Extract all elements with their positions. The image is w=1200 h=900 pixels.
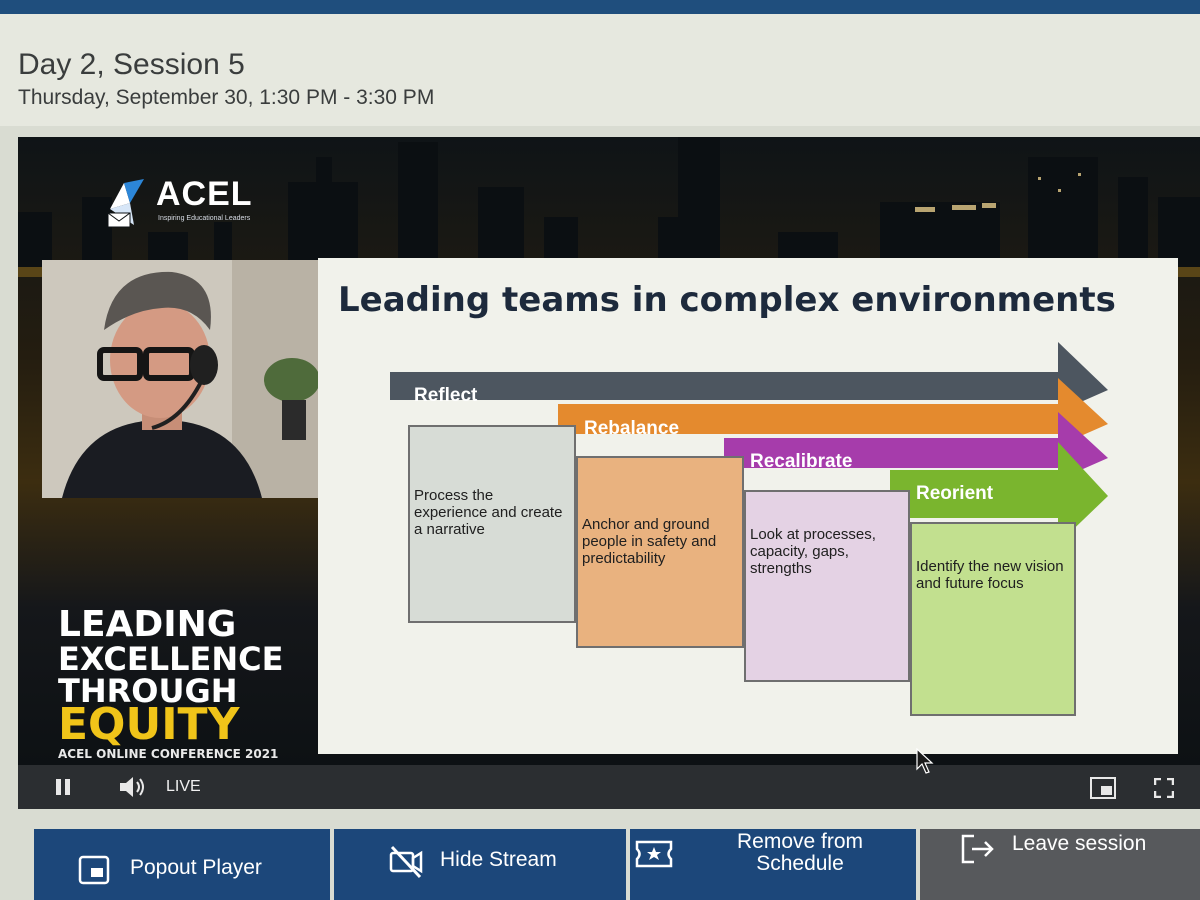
conference-branding: LEADING EXCELLENCE THROUGH EQUITY ACEL O…: [58, 604, 298, 761]
phase-text-reflect: Process the experience and create a narr…: [414, 487, 563, 538]
session-title: Day 2, Session 5: [18, 48, 245, 81]
player-controls: LIVE: [18, 765, 1200, 809]
pause-icon[interactable]: [54, 778, 72, 801]
phase-label-recalibrate: Recalibrate: [750, 451, 853, 472]
conference-line-equity: EQUITY: [58, 699, 240, 750]
leave-session-label: Leave session: [1012, 832, 1147, 855]
conference-line-leading: LEADING: [58, 604, 237, 645]
video-off-icon: [389, 845, 423, 879]
top-bar: [0, 0, 1200, 14]
popout-player-label: Popout Player: [130, 856, 262, 879]
remove-from-schedule-button[interactable]: Remove from Schedule: [630, 829, 916, 900]
exit-icon: [961, 834, 994, 864]
phase-label-reflect: Reflect: [414, 385, 478, 406]
session-time: Thursday, September 30, 1:30 PM - 3:30 P…: [18, 86, 435, 109]
presenter-video-image: [42, 260, 318, 498]
fullscreen-icon[interactable]: [1153, 777, 1175, 803]
conference-subtitle: ACEL ONLINE CONFERENCE 2021: [58, 747, 279, 761]
acel-tagline: Inspiring Educational Leaders: [158, 215, 251, 222]
phase-card-reflect: Process the experience and create a narr…: [408, 425, 576, 623]
phase-card-reorient: Identify the new vision and future focus: [910, 522, 1076, 716]
hide-stream-button[interactable]: Hide Stream: [334, 829, 626, 900]
remove-from-schedule-line1: Remove from: [736, 830, 864, 853]
popout-icon: [78, 855, 110, 885]
slide-title: Leading teams in complex environments: [338, 280, 1116, 320]
popout-player-button[interactable]: Popout Player: [34, 829, 330, 900]
remove-from-schedule-line2: Schedule: [756, 852, 844, 875]
phase-label-rebalance: Rebalance: [584, 418, 680, 439]
mouse-cursor-icon: [916, 748, 934, 774]
acel-logo: ACEL Inspiring Educational Leaders: [104, 173, 254, 233]
ticket-star-icon: [635, 840, 673, 868]
presentation-slide: Leading teams in complex environments Re…: [318, 258, 1178, 754]
conference-line-excellence: EXCELLENCE: [58, 640, 284, 678]
stream-stage: ACEL Inspiring Educational Leaders LEADI…: [18, 137, 1200, 765]
leave-session-button[interactable]: Leave session: [920, 829, 1200, 900]
phase-label-reorient: Reorient: [916, 483, 994, 504]
phase-text-recalibrate: Look at processes, capacity, gaps, stren…: [750, 526, 876, 577]
acel-logo-icon: [107, 179, 144, 228]
hide-stream-label: Hide Stream: [440, 848, 557, 871]
video-player[interactable]: ACEL Inspiring Educational Leaders LEADI…: [18, 137, 1200, 809]
phase-text-rebalance: Anchor and ground people in safety and p…: [582, 516, 717, 567]
phase-card-recalibrate: Look at processes, capacity, gaps, stren…: [744, 490, 910, 682]
arrow-reflect: [390, 342, 1108, 412]
presenter-webcam: [42, 260, 318, 498]
picture-in-picture-icon[interactable]: [1090, 777, 1116, 804]
phase-card-rebalance: Anchor and ground people in safety and p…: [576, 456, 744, 648]
volume-icon[interactable]: [118, 776, 148, 803]
live-indicator: LIVE: [166, 778, 201, 795]
acel-logo-text: ACEL: [156, 175, 253, 213]
phase-text-reorient: Identify the new vision and future focus: [916, 558, 1064, 592]
remove-from-schedule-label: Remove from Schedule: [720, 831, 880, 875]
